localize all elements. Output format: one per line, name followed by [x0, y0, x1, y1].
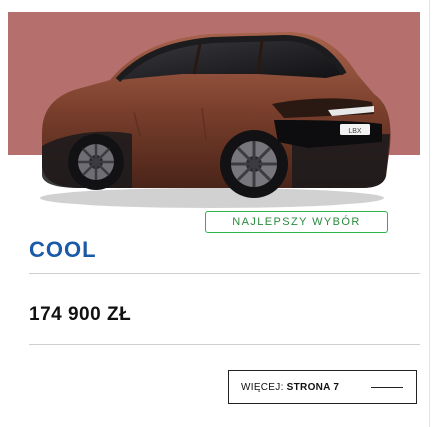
car-image: LBX	[22, 16, 398, 210]
more-page-button[interactable]: WIĘCEJ: STRONA 7	[228, 370, 417, 404]
divider	[29, 344, 420, 345]
arrow-line-icon	[371, 387, 403, 388]
more-prefix: WIĘCEJ:	[241, 381, 284, 393]
price: 174 900 ZŁ	[29, 304, 132, 325]
model-card: LBX NAJLEPSZY WYBÓR COOL 174 900 ZŁ WIĘC…	[0, 0, 433, 427]
trim-name: COOL	[29, 237, 97, 262]
divider	[29, 273, 420, 274]
best-choice-badge: NAJLEPSZY WYBÓR	[205, 211, 388, 233]
plate-text: LBX	[348, 128, 362, 135]
badge-label: NAJLEPSZY WYBÓR	[232, 216, 361, 228]
more-label: STRONA 7	[286, 381, 340, 393]
card-right-divider	[429, 0, 430, 427]
